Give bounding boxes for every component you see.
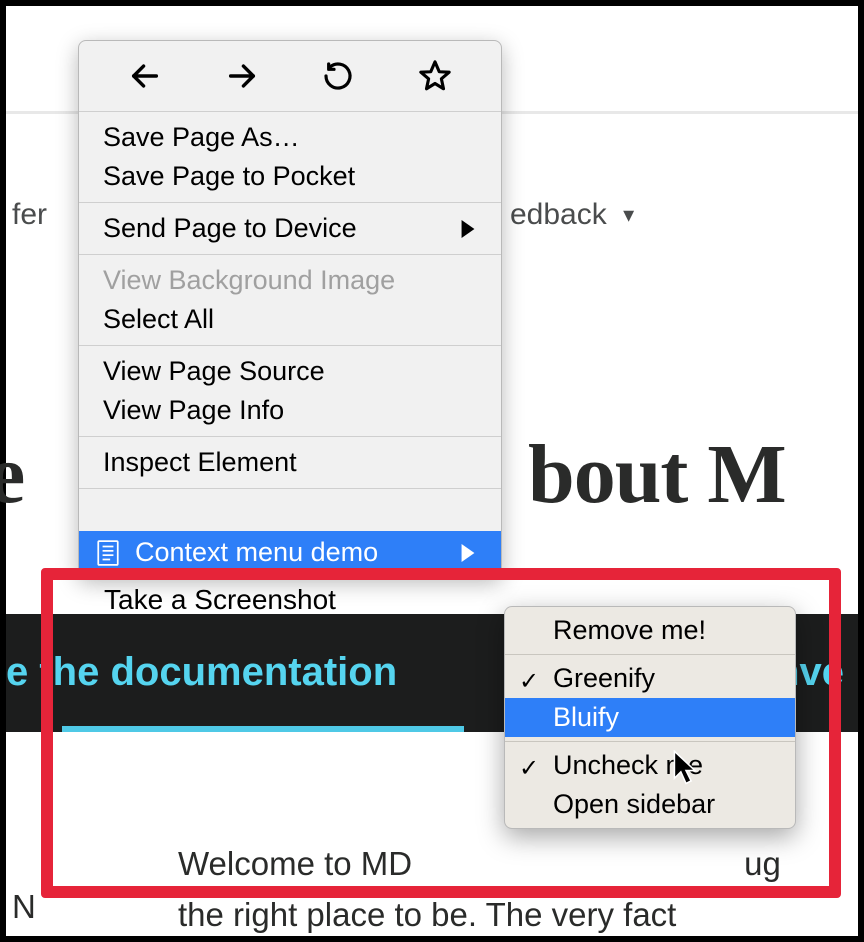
nav-fragment-left: fer <box>12 198 47 232</box>
check-icon: ✓ <box>519 667 539 696</box>
menu-view-bg-image: View Background Image <box>79 261 501 300</box>
context-menu-gap <box>79 489 501 531</box>
take-screenshot-fragment: Take a Screenshot <box>104 584 336 616</box>
submenu-uncheck-me-label: Uncheck me <box>553 750 703 780</box>
documentation-link-underline <box>62 726 464 732</box>
menu-view-page-source[interactable]: View Page Source <box>79 352 501 391</box>
submenu-bluify[interactable]: Bluify <box>505 698 795 737</box>
submenu-separator <box>505 741 795 742</box>
menu-save-page-as[interactable]: Save Page As… <box>79 118 501 157</box>
heading-fragment-right: bout M <box>528 426 786 523</box>
body-text-line1b: ug <box>744 845 781 882</box>
menu-save-to-pocket[interactable]: Save Page to Pocket <box>79 157 501 196</box>
caret-down-icon: ▾ <box>623 202 634 227</box>
body-text-n: N <box>12 888 36 926</box>
menu-inspect-element[interactable]: Inspect Element <box>79 443 501 482</box>
submenu-separator <box>505 654 795 655</box>
submenu-greenify[interactable]: ✓ Greenify <box>505 659 795 698</box>
menu-context-demo[interactable]: Context menu demo <box>79 531 501 576</box>
menu-send-to-device[interactable]: Send Page to Device <box>79 209 501 248</box>
documentation-link-left[interactable]: e the documentation <box>6 650 397 695</box>
context-menu-toolbar <box>79 47 501 111</box>
check-icon: ✓ <box>519 754 539 783</box>
heading-fragment-left: e <box>0 426 24 523</box>
back-icon[interactable] <box>124 55 166 97</box>
context-menu: Save Page As… Save Page to Pocket Send P… <box>78 40 502 577</box>
reload-icon[interactable] <box>317 55 359 97</box>
nav-feedback-label: edback <box>510 198 607 231</box>
submenu-arrow-icon <box>461 220 475 238</box>
menu-context-demo-label: Context menu demo <box>135 537 378 568</box>
nav-feedback[interactable]: edback ▾ <box>510 198 634 232</box>
body-text: Welcome to MD ug the right place to be. T… <box>178 838 781 940</box>
submenu-remove-me[interactable]: Remove me! <box>505 611 795 650</box>
body-text-line2: the right place to be. The very fact <box>178 896 676 933</box>
bookmark-star-icon[interactable] <box>414 55 456 97</box>
body-text-line1a: Welcome to MD <box>178 845 412 882</box>
menu-view-page-info[interactable]: View Page Info <box>79 391 501 430</box>
submenu-arrow-icon <box>461 544 475 562</box>
document-icon <box>97 540 119 566</box>
submenu-open-sidebar[interactable]: Open sidebar <box>505 785 795 824</box>
submenu-greenify-label: Greenify <box>553 663 655 693</box>
menu-send-to-device-label: Send Page to Device <box>103 213 357 244</box>
forward-icon[interactable] <box>221 55 263 97</box>
menu-select-all[interactable]: Select All <box>79 300 501 339</box>
context-submenu: Remove me! ✓ Greenify Bluify ✓ Uncheck m… <box>504 606 796 829</box>
submenu-uncheck-me[interactable]: ✓ Uncheck me <box>505 746 795 785</box>
